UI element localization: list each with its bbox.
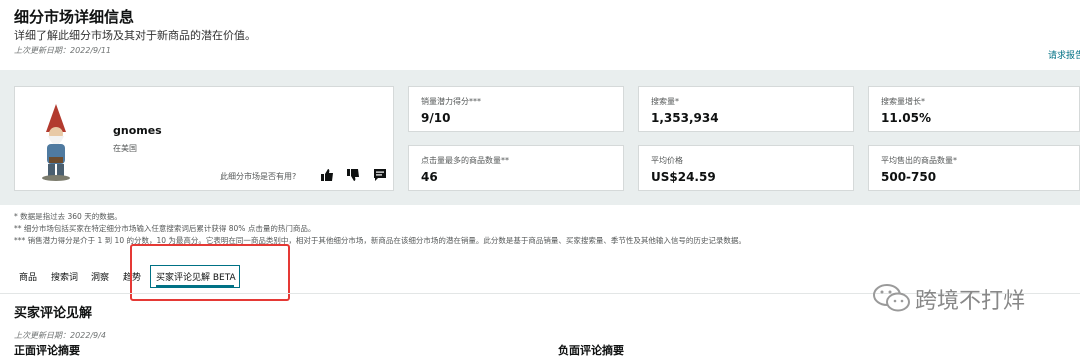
footnote: *** 销售潜力得分是介于 1 到 10 的分数，10 为最高分。它表明在同一商… [14,236,746,245]
metric-value: 46 [421,170,438,184]
metric-value: 1,353,934 [651,111,719,125]
page-header: 细分市场详细信息 详细了解此细分市场及其对于新商品的潜在价值。 上次更新日期：2… [0,0,1080,70]
section-title: 买家评论见解 [14,306,93,321]
metric-value: 11.05% [881,111,931,125]
niche-region: 在美国 [113,144,137,153]
request-report-link[interactable]: 请求报告 [1048,48,1080,61]
page-title: 细分市场详细信息 [14,8,135,26]
thumbs-up-icon[interactable] [320,168,334,182]
negative-review-summary-heading: 负面评论摘要 [558,344,624,357]
tab-products[interactable]: 商品 [19,270,37,283]
footnote: ** 细分市场包括买家在特定细分市场输入任意搜索词后累计获得 80% 点击量的热… [14,224,316,233]
section-last-updated: 上次更新日期：2022/9/4 [14,331,106,340]
wechat-icon [873,284,910,312]
metric-label: 平均售出的商品数量* [881,156,957,165]
metric-card-top-clicked: 点击量最多的商品数量** 46 [408,145,624,191]
metric-value: US$24.59 [651,170,716,184]
footnote: * 数据是指过去 360 天的数据。 [14,212,122,221]
gnome-product-image [42,104,70,181]
thumbs-down-icon[interactable] [346,168,360,182]
watermark-text: 跨境不打烊 [915,289,1026,314]
metric-label: 平均价格 [651,156,683,165]
footnotes: * 数据是指过去 360 天的数据。 ** 细分市场包括买家在特定细分市场输入任… [14,211,746,247]
metric-value: 9/10 [421,111,451,125]
niche-name: gnomes [113,124,162,137]
last-updated: 上次更新日期：2022/9/11 [14,46,112,55]
comment-icon[interactable] [373,168,387,182]
metric-card-search-growth: 搜索量增长* 11.05% [868,86,1080,132]
tab-insights[interactable]: 洞察 [91,270,109,283]
helpful-question: 此细分市场是否有用? [220,172,297,181]
metric-card-sales-potential: 销量潜力得分*** 9/10 [408,86,624,132]
tab-search-terms[interactable]: 搜索词 [51,270,78,283]
metric-label: 搜索量增长* [881,97,925,106]
page-subtitle: 详细了解此细分市场及其对于新商品的潜在价值。 [14,29,256,42]
metric-label: 点击量最多的商品数量** [421,156,509,165]
metric-card-search-volume: 搜索量* 1,353,934 [638,86,854,132]
metric-value: 500-750 [881,170,937,184]
positive-review-summary-heading: 正面评论摘要 [14,344,80,357]
metric-label: 搜索量* [651,97,679,106]
metric-card-avg-units-sold: 平均售出的商品数量* 500-750 [868,145,1080,191]
metric-card-average-price: 平均价格 US$24.59 [638,145,854,191]
metric-label: 销量潜力得分*** [421,97,481,106]
